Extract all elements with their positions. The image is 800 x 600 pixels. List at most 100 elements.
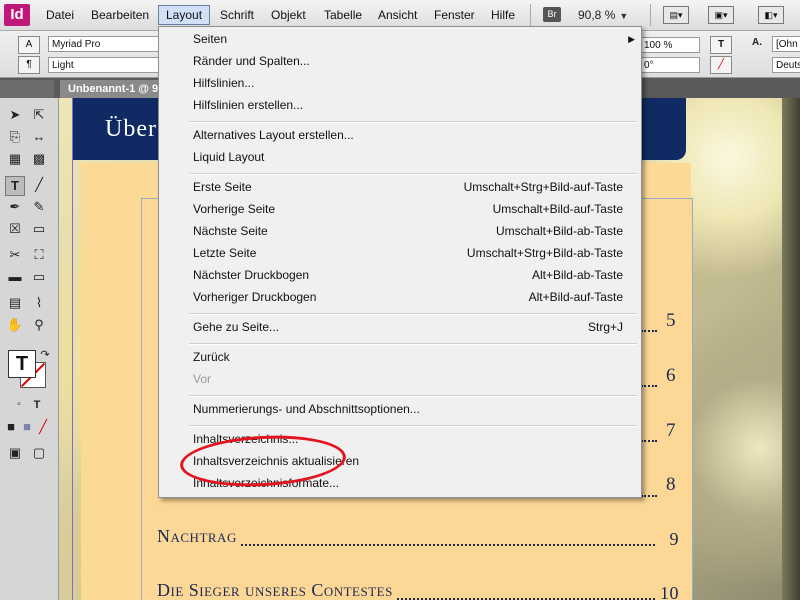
free-transform-tool-icon[interactable]: ⛶: [30, 246, 48, 264]
margin-guide: [72, 98, 73, 600]
direct-selection-tool-icon[interactable]: ⇱: [30, 106, 48, 124]
menu-item-label: Vor: [193, 372, 212, 386]
menu-item-label: Nächste Seite: [193, 224, 268, 238]
menu-item-label: Hilfslinien...: [193, 76, 255, 90]
toc-page-number: 5: [666, 310, 676, 331]
pen-tool-icon[interactable]: ✒: [6, 198, 24, 216]
menu-shortcut: Alt+Bild-auf-Taste: [528, 290, 623, 304]
menu-item-hilfslinien[interactable]: Hilfslinien...: [193, 73, 623, 93]
view-options-icon[interactable]: ▤▾: [663, 6, 689, 24]
content-collector-icon[interactable]: ▦: [6, 150, 24, 168]
rectangle-tool-icon[interactable]: ▭: [30, 220, 48, 238]
menu-item-alternatives-layout[interactable]: Alternatives Layout erstellen...: [193, 125, 623, 145]
menu-datei[interactable]: Datei: [46, 8, 74, 22]
menu-item-letzte-seite[interactable]: Letzte Seite Umschalt+Strg+Bild-ab-Taste: [193, 243, 623, 263]
menu-schrift[interactable]: Schrift: [220, 8, 254, 22]
note-tool-icon[interactable]: ▤: [6, 294, 24, 312]
menu-item-vorherige-seite[interactable]: Vorherige Seite Umschalt+Bild-auf-Taste: [193, 199, 623, 219]
content-placer-icon[interactable]: ▩: [30, 150, 48, 168]
gradient-swatch-tool-icon[interactable]: ▬: [6, 268, 24, 286]
menu-item-raender[interactable]: Ränder und Spalten...: [193, 51, 623, 71]
menu-item-label: Liquid Layout: [193, 150, 265, 164]
menu-separator: [189, 121, 637, 123]
menu-item-label: Seiten: [193, 32, 228, 46]
char-style-icon: A.: [752, 37, 762, 48]
character-mode-icon[interactable]: A: [18, 36, 40, 54]
toc-page-number: 10: [657, 583, 679, 600]
menu-item-erste-seite[interactable]: Erste Seite Umschalt+Strg+Bild-auf-Taste: [193, 177, 623, 197]
gradient-feather-tool-icon[interactable]: ▭: [30, 268, 48, 286]
menu-fenster[interactable]: Fenster: [434, 8, 475, 22]
menu-shortcut: Umschalt+Bild-auf-Taste: [492, 202, 623, 216]
scissors-tool-icon[interactable]: ✂: [6, 246, 24, 264]
line-tool-icon[interactable]: ╱: [30, 176, 48, 194]
toc-row: Die Sieger unseres Contestes 10: [157, 580, 679, 600]
menu-item-gehe-zu-seite[interactable]: Gehe zu Seite... Strg+J: [193, 317, 623, 337]
menu-item-label: Nächster Druckbogen: [193, 268, 310, 282]
chevron-down-icon: ▼: [619, 11, 629, 21]
swap-colors-icon[interactable]: ↷: [36, 346, 54, 364]
menu-item-naechster-druckbogen[interactable]: Nächster Druckbogen Alt+Bild-ab-Taste: [193, 265, 623, 285]
formatting-container-icon[interactable]: ▫: [10, 396, 28, 414]
menu-hilfe[interactable]: Hilfe: [491, 8, 515, 22]
menu-objekt[interactable]: Objekt: [271, 8, 306, 22]
menu-tabelle[interactable]: Tabelle: [324, 8, 362, 22]
menu-item-liquid-layout[interactable]: Liquid Layout: [193, 147, 623, 167]
toc-page-number: 7: [666, 420, 676, 441]
submenu-arrow-icon: ▶: [628, 34, 635, 44]
menu-item-seiten[interactable]: Seiten ▶: [193, 29, 635, 49]
pencil-tool-icon[interactable]: ✎: [30, 198, 48, 216]
formatting-text-icon[interactable]: T: [28, 396, 46, 414]
font-family-field[interactable]: Myriad Pro: [48, 36, 160, 52]
language-field[interactable]: Deuts: [772, 57, 800, 73]
toc-entry-title: Die Sieger unseres Contestes: [157, 580, 395, 600]
paragraph-mode-icon[interactable]: ¶: [18, 56, 40, 74]
toc-page-number: 6: [666, 365, 676, 386]
fill-swatch-icon[interactable]: T: [8, 350, 36, 378]
preview-mode-icon[interactable]: ▢: [30, 444, 48, 462]
menu-item-hilfslinien-erstellen[interactable]: Hilfslinien erstellen...: [193, 95, 623, 115]
page-tool-icon[interactable]: ⎘: [6, 128, 24, 146]
hand-tool-icon[interactable]: ✋: [6, 316, 24, 334]
selection-tool-icon[interactable]: ➤: [6, 106, 24, 124]
horizontal-scale-field[interactable]: 100 %: [640, 37, 700, 53]
toc-page-number: 8: [666, 474, 676, 495]
eyedropper-tool-icon[interactable]: ⌇: [30, 294, 48, 312]
apply-none-icon[interactable]: ╱: [34, 418, 52, 436]
menu-item-nummerierungsoptionen[interactable]: Nummerierungs- und Abschnittsoptionen...: [193, 399, 623, 419]
toc-leader: [641, 385, 657, 387]
menu-item-vorheriger-druckbogen[interactable]: Vorheriger Druckbogen Alt+Bild-auf-Taste: [193, 287, 623, 307]
menu-item-label: Gehe zu Seite...: [193, 320, 280, 334]
panel-header: [0, 80, 54, 98]
menu-shortcut: Umschalt+Bild-ab-Taste: [495, 224, 623, 238]
menu-item-label: Hilfslinien erstellen...: [193, 98, 304, 112]
menu-ansicht[interactable]: Ansicht: [378, 8, 417, 22]
menu-item-label: Alternatives Layout erstellen...: [193, 128, 354, 142]
screen-mode-icon[interactable]: ▣▾: [708, 6, 734, 24]
menubar-divider: [530, 4, 531, 26]
zoom-tool-icon[interactable]: ⚲: [30, 316, 48, 334]
gap-tool-icon[interactable]: ↔: [30, 128, 48, 146]
menu-item-naechste-seite[interactable]: Nächste Seite Umschalt+Bild-ab-Taste: [193, 221, 623, 241]
menu-layout[interactable]: Layout: [158, 5, 211, 25]
menu-item-label: Ränder und Spalten...: [193, 54, 310, 68]
character-style-field[interactable]: [Ohn: [772, 36, 800, 52]
arrange-documents-icon[interactable]: ◧▾: [758, 6, 784, 24]
document-tab[interactable]: Unbenannt-1 @ 9: [60, 80, 167, 98]
rectangle-frame-tool-icon[interactable]: ☒: [6, 220, 24, 238]
menu-item-zurueck[interactable]: Zurück: [193, 347, 623, 367]
skew-angle-field[interactable]: 0°: [640, 57, 700, 73]
bridge-button[interactable]: Br: [543, 7, 561, 22]
menu-item-label: Vorherige Seite: [193, 202, 276, 216]
zoom-level[interactable]: 90,8 % ▼: [578, 8, 628, 22]
toc-row: Nachtrag 9: [157, 526, 679, 550]
menu-item-label: Nummerierungs- und Abschnittsoptionen...: [193, 402, 420, 416]
type-tool-icon[interactable]: T: [5, 176, 25, 196]
font-style-field[interactable]: Light: [48, 57, 160, 73]
banner-title: Über: [105, 116, 157, 142]
toc-leader: [641, 495, 657, 497]
normal-view-icon[interactable]: ▣: [6, 444, 24, 462]
stroke-none-icon[interactable]: ╱: [710, 56, 732, 74]
menu-bearbeiten[interactable]: Bearbeiten: [91, 8, 149, 22]
text-formatting-icon[interactable]: T: [710, 36, 732, 54]
